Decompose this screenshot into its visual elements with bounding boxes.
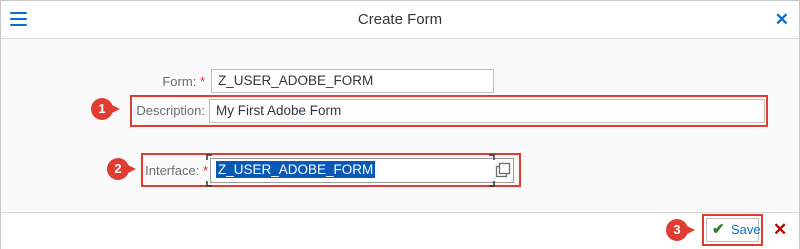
dialog-footer: 3 ✔ Save ✕ (1, 212, 799, 249)
close-icon[interactable]: ✕ (775, 10, 789, 30)
dialog-content: Form: * Z_USER_ADOBE_FORM 1 Description:… (1, 39, 799, 211)
save-button[interactable]: ✔ Save (706, 218, 761, 242)
dialog-title: Create Form (357, 11, 443, 28)
description-field[interactable]: My First Adobe Form (209, 99, 765, 123)
description-label: Description: (136, 103, 205, 118)
dialog-header: Create Form ✕ (1, 1, 799, 39)
interface-label: Interface: * (145, 163, 208, 178)
checkmark-icon: ✔ (712, 221, 725, 238)
required-marker: * (199, 74, 205, 89)
create-form-dialog: Create Form ✕ Form: * Z_USER_ADOBE_FORM … (0, 0, 800, 249)
focus-brackets (206, 154, 495, 187)
save-button-label: Save (731, 222, 761, 237)
form-name-field[interactable]: Z_USER_ADOBE_FORM (211, 69, 494, 93)
callout-badge-3: 3 (666, 219, 695, 241)
form-label: Form: * (162, 74, 205, 89)
cancel-icon[interactable]: ✕ (773, 220, 787, 240)
callout-badge-2: 2 (107, 158, 136, 180)
callout-badge-1: 1 (91, 98, 120, 120)
